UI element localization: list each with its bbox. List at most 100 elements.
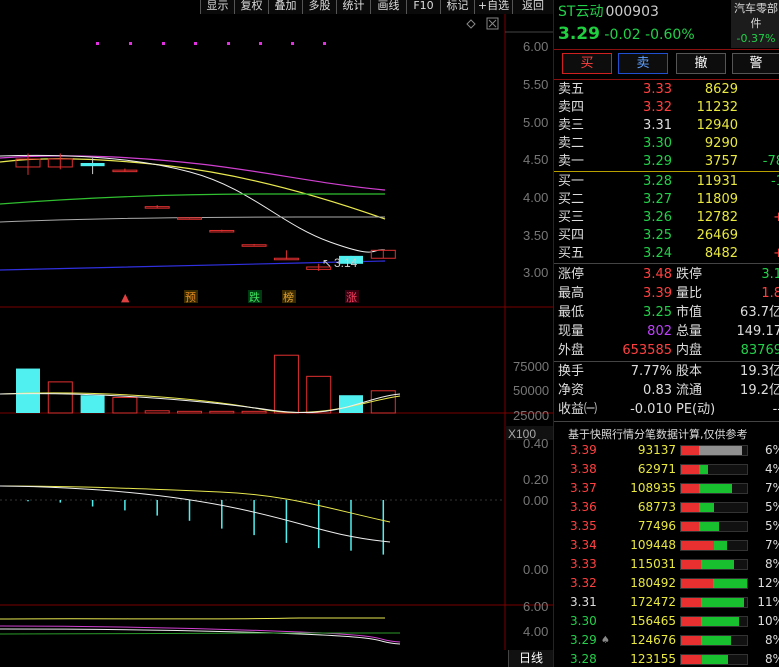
sector-badge[interactable]: 汽车零部 件 -0.37% xyxy=(731,0,779,48)
depth-row: 3.29 ♠ 124676 8% xyxy=(554,631,779,650)
current-price: 3.29 xyxy=(558,24,600,44)
candle-body[interactable] xyxy=(80,163,105,167)
stat-value: 653585 xyxy=(622,343,672,358)
depth-bar-sell xyxy=(699,503,714,512)
depth-pct: 12% xyxy=(757,576,779,590)
period-tab-daily[interactable]: 日线 xyxy=(508,650,553,667)
diamond-icon[interactable] xyxy=(466,19,476,29)
volume-bar[interactable] xyxy=(16,368,40,413)
volume-bar[interactable] xyxy=(306,375,332,414)
price-axis: 6.00 5.50 5.00 4.50 4.00 3.50 3.00 xyxy=(523,39,548,280)
stat-row: 外盘 653585 内盘 83769 xyxy=(554,341,779,360)
bid-row: 买五 3.24 8482 + xyxy=(554,245,779,263)
volume-bar[interactable] xyxy=(241,410,267,414)
stat-row: 涨停 3.48 跌停 3.1 xyxy=(554,265,779,284)
depth-bar xyxy=(680,540,748,551)
volume-bar[interactable] xyxy=(177,410,202,414)
cancel-order-button[interactable]: 撤 xyxy=(676,53,726,74)
stat-row: 现量 802 总量 149.17 xyxy=(554,322,779,341)
depth-bar-buy xyxy=(681,503,699,512)
quote-panel: ST云动 000903 3.29 -0.02 -0.60% 汽车零部 件 -0.3… xyxy=(553,0,779,667)
sell-button[interactable]: 卖 xyxy=(618,53,668,74)
stat-label: 换手 xyxy=(558,364,585,379)
kline-chart[interactable]: 6.00 5.50 5.00 4.50 4.00 3.50 3.00 ↖ 3.1… xyxy=(0,14,553,650)
low-price-label: 3.14 xyxy=(334,256,358,270)
volume-bar[interactable] xyxy=(209,410,235,414)
volume-bar[interactable] xyxy=(47,381,73,414)
depth-bar-sell xyxy=(701,598,744,607)
depth-pct: 5% xyxy=(764,519,779,533)
period-bar: 日线 xyxy=(0,650,553,667)
price-tick: 5.00 xyxy=(523,115,548,130)
depth-bar xyxy=(680,483,748,494)
depth-row: 3.30 156465 10% xyxy=(554,612,779,631)
stat-row: 换手 7.77% 股本 19.3亿 xyxy=(554,362,779,381)
level-volume: 8629 xyxy=(704,82,738,97)
stat-value: 83769 xyxy=(740,343,779,358)
stat-value: 3.25 xyxy=(643,305,672,320)
depth-bar xyxy=(680,597,748,608)
toolbar-button[interactable]: 统计 xyxy=(336,0,370,14)
volume-bar[interactable] xyxy=(112,396,138,414)
kline-chart-area[interactable]: 显示 复权 叠加 多股 统计 画线 F10 标记 +自选 返回 6.00 5.50 5.00 4.… xyxy=(0,0,553,667)
stat-row: 净资 0.83 流通 19.2亿 xyxy=(554,381,779,400)
stat-row: 最高 3.39 量比 1.8 xyxy=(554,284,779,303)
stat-label: 最高 xyxy=(558,286,585,301)
depth-bar xyxy=(680,521,748,532)
stat-value: 3.1 xyxy=(761,267,779,282)
price-tick: 4.50 xyxy=(523,152,548,167)
volume-bar[interactable] xyxy=(80,395,105,413)
price-tick: 4.00 xyxy=(523,190,548,205)
ask-row: 卖五 3.33 8629 xyxy=(554,81,779,99)
level-label: 卖五 xyxy=(558,82,585,97)
toolbar-button[interactable]: 返回 xyxy=(512,0,553,14)
volume-bar[interactable] xyxy=(144,410,170,414)
toolbar-button[interactable]: +自选 xyxy=(474,0,512,14)
depth-price: 3.35 xyxy=(570,519,597,533)
depth-marker: ♠ xyxy=(601,635,610,646)
depth-bar xyxy=(680,654,748,665)
stat-label: 量比 xyxy=(676,286,703,301)
volume-bar[interactable] xyxy=(370,390,396,414)
ask-row: 卖三 3.31 12940 xyxy=(554,117,779,135)
toolbar-button[interactable]: F10 xyxy=(406,0,440,14)
alert-button[interactable]: 警 xyxy=(732,53,779,74)
depth-row: 3.35 77496 5% xyxy=(554,517,779,536)
toolbar-button[interactable]: 多股 xyxy=(302,0,336,14)
signal-label-drop: 跌 xyxy=(249,290,260,304)
level-change: -78 xyxy=(762,154,779,169)
buy-button[interactable]: 买 xyxy=(562,53,612,74)
price-tick: 6.00 xyxy=(523,39,548,54)
ask-row: 卖一 3.29 3757 -78 xyxy=(554,153,779,171)
depth-bar xyxy=(680,502,748,513)
stat-label: 内盘 xyxy=(676,343,703,358)
volume-bars-group xyxy=(16,354,396,414)
depth-bar-neutral xyxy=(699,446,742,455)
indicator-tick: 0.20 xyxy=(523,472,548,487)
depth-volume: 180492 xyxy=(630,576,676,590)
toolbar-button[interactable]: 标记 xyxy=(440,0,474,14)
depth-bar-buy xyxy=(681,560,701,569)
stat-value: 0.83 xyxy=(643,383,672,398)
level-volume: 9290 xyxy=(704,136,738,151)
depth-volume: 108935 xyxy=(630,481,676,495)
price-tick: 3.50 xyxy=(523,228,548,243)
stat-value: 149.17 xyxy=(736,324,779,339)
toolbar-button[interactable]: 叠加 xyxy=(268,0,302,14)
sub-tick: 6.00 xyxy=(523,599,548,614)
depth-volume: 123155 xyxy=(630,652,676,666)
level-volume: 26469 xyxy=(696,228,738,243)
depth-volume: 109448 xyxy=(630,538,676,552)
volume-bar[interactable] xyxy=(273,354,299,414)
up-arrow-icon: ▲ xyxy=(121,291,130,304)
ask-row: 卖二 3.30 9290 xyxy=(554,135,779,153)
sector-name-line1: 汽车零部 xyxy=(734,2,778,15)
ma-line-yellow xyxy=(0,158,386,220)
toolbar-button[interactable]: 显示 xyxy=(200,0,234,14)
depth-bar-buy xyxy=(681,522,699,531)
toolbar-button[interactable]: 画线 xyxy=(370,0,406,14)
depth-price: 3.31 xyxy=(570,595,597,609)
stock-name: ST云动 xyxy=(558,4,604,20)
indicator-tick: 0.00 xyxy=(523,562,548,577)
toolbar-button[interactable]: 复权 xyxy=(234,0,268,14)
